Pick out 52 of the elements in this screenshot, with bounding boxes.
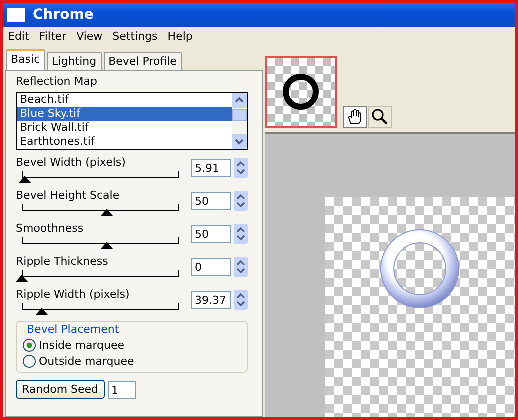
random-seed-button[interactable]: Random Seed	[16, 380, 105, 399]
preview-thumbnail[interactable]	[265, 56, 337, 128]
scrollbar[interactable]	[232, 93, 247, 149]
group-label: Bevel Placement	[27, 323, 120, 336]
slider-label: Ripple Thickness	[16, 255, 110, 268]
slider-thumb[interactable]	[16, 275, 28, 282]
number-field[interactable]: 5.91	[191, 159, 231, 177]
slider-label: Bevel Width (pixels)	[16, 156, 127, 169]
radio-button[interactable]	[23, 339, 36, 352]
tab[interactable]: Bevel Profile	[104, 52, 182, 70]
pan-tool-button[interactable]	[343, 106, 367, 128]
hand-icon	[346, 108, 364, 126]
menu-item[interactable]: Edit	[3, 29, 34, 44]
menu-item[interactable]: Help	[162, 29, 198, 44]
number-field[interactable]: 50	[191, 192, 231, 210]
list-item[interactable]: Beach.tif	[17, 93, 232, 107]
number-field[interactable]: 0	[191, 258, 231, 276]
spin-arrows-icon[interactable]	[234, 224, 248, 244]
slider-label: Bevel Height Scale	[16, 189, 121, 202]
zoom-tool-button[interactable]	[368, 106, 392, 128]
seed-field[interactable]: 1	[108, 380, 136, 398]
spin-arrows-icon[interactable]	[234, 158, 248, 178]
slider-label: Smoothness	[16, 222, 85, 235]
radio-option[interactable]: Outside marquee	[23, 355, 239, 368]
tab[interactable]: Lighting	[47, 52, 102, 70]
scroll-up-icon[interactable]	[232, 93, 247, 108]
scroll-thumb[interactable]	[232, 109, 247, 121]
window-title: Chrome	[33, 7, 94, 23]
ring-icon	[281, 72, 321, 112]
tab[interactable]: Basic	[6, 49, 46, 70]
menu-item[interactable]: Settings	[108, 29, 163, 44]
slider-label: Ripple Width (pixels)	[16, 288, 131, 301]
list-item[interactable]: Blue Sky.tif	[17, 107, 232, 121]
menu-item[interactable]: Filter	[34, 29, 72, 44]
section-label: Reflection Map	[16, 75, 98, 88]
number-field[interactable]: 39.37	[191, 291, 231, 309]
scroll-down-icon[interactable]	[232, 134, 247, 149]
list-item[interactable]: Brick Wall.tif	[17, 121, 232, 135]
slider-thumb[interactable]	[100, 242, 112, 249]
radio-button[interactable]	[23, 355, 36, 368]
slider-thumb[interactable]	[36, 308, 48, 315]
search-icon	[371, 108, 389, 126]
number-field[interactable]: 50	[191, 225, 231, 243]
window-icon	[7, 8, 25, 22]
slider-thumb[interactable]	[100, 209, 112, 216]
slider-thumb[interactable]	[19, 176, 32, 183]
radio-option[interactable]: Inside marquee	[23, 339, 239, 352]
spin-arrows-icon[interactable]	[234, 290, 248, 310]
list-item[interactable]: Earthtones.tif	[17, 135, 232, 149]
spin-arrows-icon[interactable]	[234, 191, 248, 211]
menu-item[interactable]: View	[72, 29, 108, 44]
spin-arrows-icon[interactable]	[234, 257, 248, 277]
